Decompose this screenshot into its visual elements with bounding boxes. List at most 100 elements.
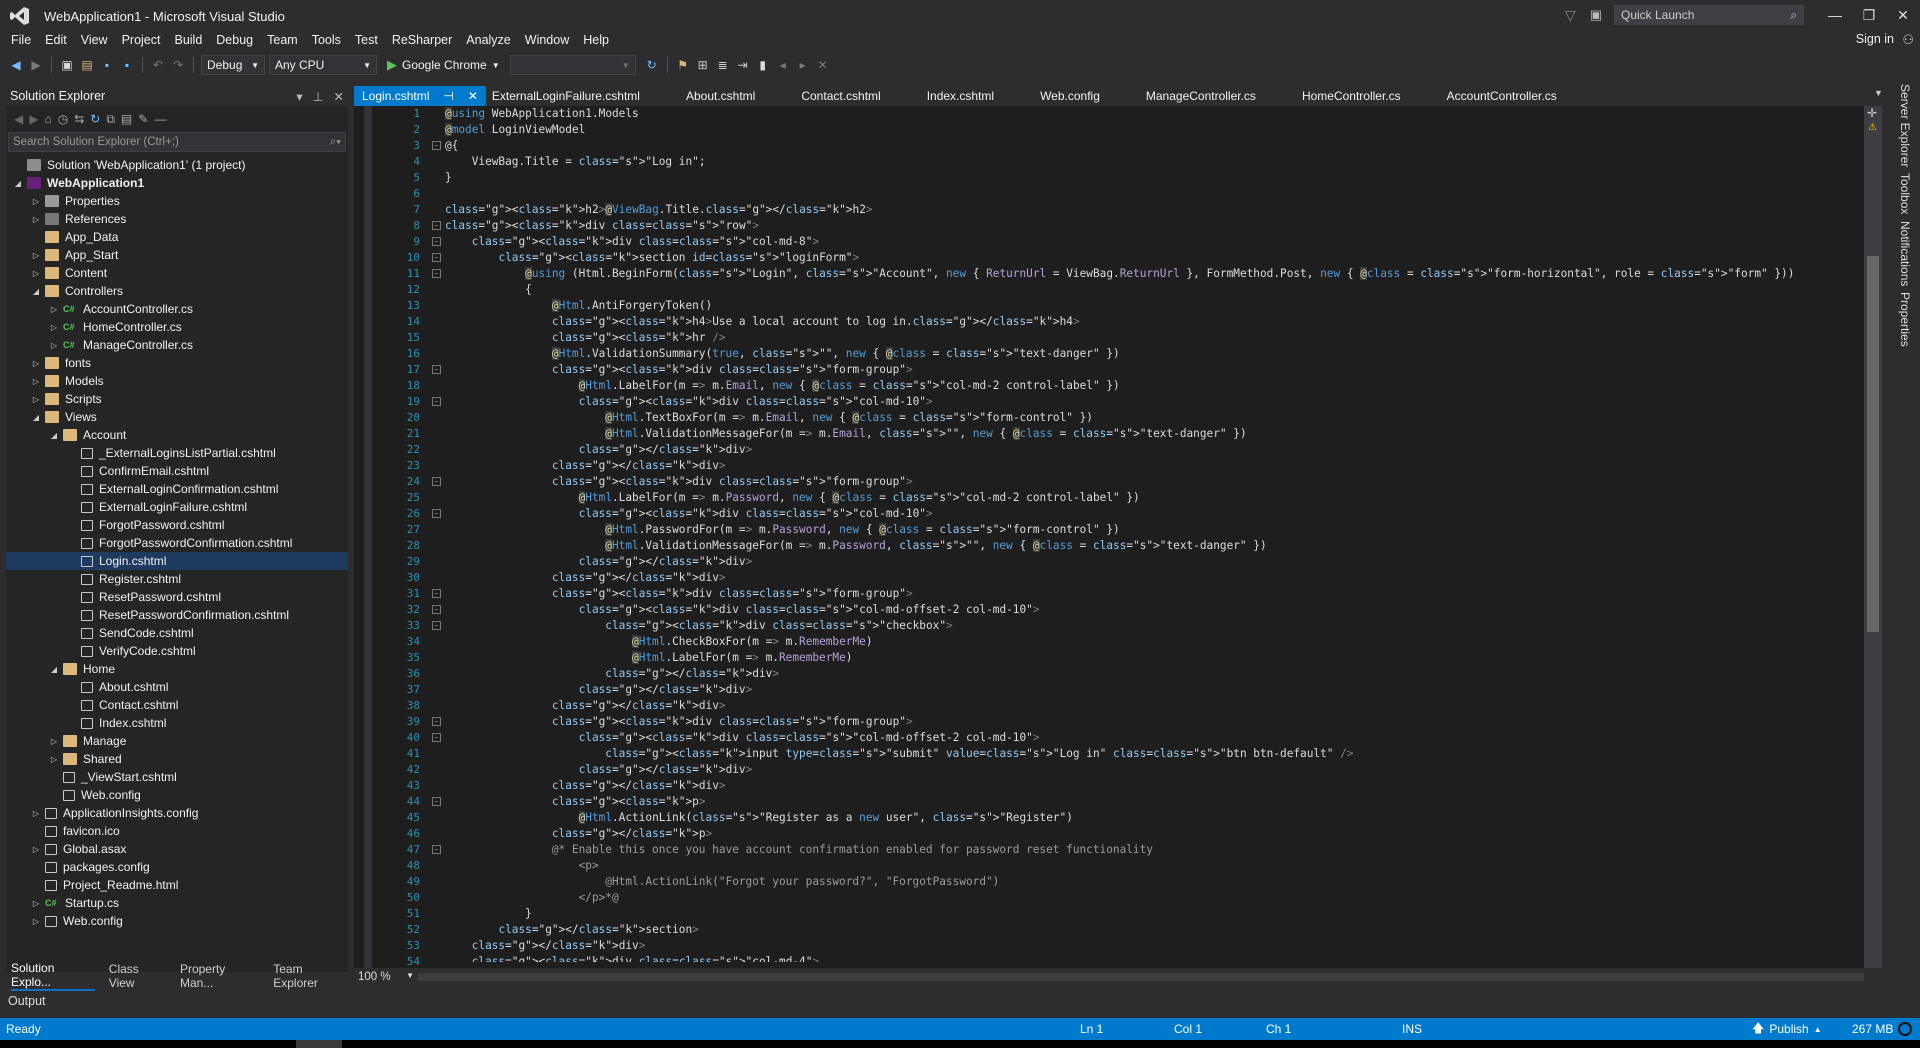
save-icon[interactable]: ▪ — [99, 57, 115, 73]
code-line[interactable]: @{ — [445, 138, 1842, 154]
feedback-icon[interactable]: ▣ — [1590, 7, 1602, 23]
code-line[interactable]: class="g"></class="k">section> — [445, 922, 1842, 938]
collapse-toggle-icon[interactable]: − — [432, 733, 441, 742]
expanded-arrow-icon[interactable]: ◢ — [48, 665, 60, 674]
menu-help[interactable]: Help — [576, 33, 616, 47]
code-line[interactable]: class="g"><class="k">div class=class="s"… — [445, 362, 1842, 378]
collapse-all-icon[interactable]: ⧉ — [106, 112, 115, 127]
menu-tools[interactable]: Tools — [305, 33, 348, 47]
menu-resharper[interactable]: ReSharper — [385, 33, 459, 47]
collapse-toggle-icon[interactable]: − — [432, 605, 441, 614]
scrollbar-thumb[interactable] — [1867, 256, 1879, 632]
tree-item[interactable]: App_Data — [6, 228, 348, 246]
collapsed-arrow-icon[interactable]: ▷ — [30, 899, 42, 908]
document-tab[interactable]: Index.cshtml — [921, 86, 1000, 106]
code-line[interactable]: class="g"><class="k">p> — [445, 794, 1842, 810]
code-line[interactable]: class="g"><class="k">h2>@ViewBag.Title.c… — [445, 202, 1842, 218]
side-tab[interactable]: Server Explorer — [1898, 84, 1912, 167]
notification-icon[interactable] — [1898, 1022, 1912, 1036]
output-tab[interactable]: Output — [0, 990, 1920, 1012]
code-line[interactable]: @Html.LabelFor(m => m.RememberMe) — [445, 650, 1842, 666]
refresh-icon[interactable]: ↻ — [644, 57, 660, 73]
find-icon[interactable]: ⊞ — [695, 57, 711, 73]
collapsed-arrow-icon[interactable]: ▷ — [30, 845, 42, 854]
tree-item[interactable]: Register.cshtml — [6, 570, 348, 588]
code-line[interactable]: @Html.TextBoxFor(m => m.Email, new { @cl… — [445, 410, 1842, 426]
minimize-button[interactable]: — — [1818, 7, 1852, 23]
code-line[interactable]: class="g"></class="k">div> — [445, 682, 1842, 698]
menu-analyze[interactable]: Analyze — [459, 33, 517, 47]
home-icon[interactable]: ⌂ — [44, 112, 51, 126]
tree-item[interactable]: ◢ Views — [6, 408, 348, 426]
collapse-toggle-icon[interactable]: − — [432, 845, 441, 854]
expanded-arrow-icon[interactable]: ◢ — [30, 287, 42, 296]
menu-team[interactable]: Team — [260, 33, 305, 47]
tree-item[interactable]: _ExternalLoginsListPartial.cshtml — [6, 444, 348, 462]
tree-item[interactable]: ▷ C# HomeController.cs — [6, 318, 348, 336]
code-line[interactable]: @model LoginViewModel — [445, 122, 1842, 138]
filter-icon[interactable]: ▽ — [1565, 7, 1576, 24]
code-line[interactable]: @Html.ValidationSummary(true, class="s">… — [445, 346, 1842, 362]
tree-item[interactable]: ◢ Home — [6, 660, 348, 678]
code-line[interactable]: class="g"><class="k">input type=class="s… — [445, 746, 1842, 762]
tree-item[interactable]: Project_Readme.html — [6, 876, 348, 894]
collapsed-arrow-icon[interactable]: ▷ — [48, 305, 60, 314]
tree-item[interactable]: ConfirmEmail.cshtml — [6, 462, 348, 480]
collapsed-arrow-icon[interactable]: ▷ — [30, 809, 42, 818]
collapse-toggle-icon[interactable]: − — [432, 621, 441, 630]
preview-icon[interactable]: — — [154, 112, 166, 126]
tree-item[interactable]: ▷ C# AccountController.cs — [6, 300, 348, 318]
collapsed-arrow-icon[interactable]: ▷ — [48, 755, 60, 764]
collapsed-arrow-icon[interactable]: ▷ — [30, 251, 42, 260]
code-line[interactable]: class="g"></class="k">p> — [445, 826, 1842, 842]
tool-tab[interactable]: Class View — [109, 962, 166, 990]
tool-tab[interactable]: Team Explorer — [273, 962, 348, 990]
collapsed-arrow-icon[interactable]: ▷ — [30, 917, 42, 926]
tree-item[interactable]: ◢ Account — [6, 426, 348, 444]
tree-item[interactable]: ▷ Shared — [6, 750, 348, 768]
code-line[interactable]: class="g"><class="k">div class=class="s"… — [445, 234, 1842, 250]
maximize-button[interactable]: ❐ — [1852, 7, 1886, 24]
menu-build[interactable]: Build — [167, 33, 209, 47]
code-line[interactable]: class="g"><class="k">div class=class="s"… — [445, 954, 1842, 962]
code-line[interactable]: @using WebApplication1.Models — [445, 106, 1842, 122]
indent-icon[interactable]: ⇥ — [735, 57, 751, 73]
code-line[interactable]: class="g"></class="k">div> — [445, 938, 1842, 954]
code-line[interactable]: class="g"><class="k">hr /> — [445, 330, 1842, 346]
menu-file[interactable]: File — [4, 33, 38, 47]
new-project-icon[interactable]: ▣ — [59, 57, 75, 73]
tree-item[interactable]: About.cshtml — [6, 678, 348, 696]
open-file-icon[interactable]: ▤ — [79, 57, 95, 73]
code-line[interactable]: class="g"><class="k">div class=class="s"… — [445, 474, 1842, 490]
browser-link-icon[interactable]: ⚑ — [675, 57, 691, 73]
panel-close-icon[interactable]: ✕ — [334, 89, 344, 104]
document-tab[interactable]: ExternalLoginFailure.cshtml — [486, 86, 646, 106]
collapsed-arrow-icon[interactable]: ▷ — [30, 359, 42, 368]
show-all-files-icon[interactable]: ▤ — [121, 112, 132, 126]
document-tab[interactable]: About.cshtml — [680, 86, 761, 106]
collapsed-arrow-icon[interactable]: ▷ — [48, 323, 60, 332]
code-line[interactable]: } — [445, 170, 1842, 186]
next-bookmark-icon[interactable]: ▸ — [795, 57, 811, 73]
empty-dropdown[interactable]: ▼ — [509, 55, 636, 75]
side-tab[interactable]: Toolbox — [1898, 173, 1912, 214]
collapse-toggle-icon[interactable]: − — [432, 797, 441, 806]
tree-item[interactable]: ▷ Models — [6, 372, 348, 390]
collapse-toggle-icon[interactable]: − — [432, 221, 441, 230]
horizontal-scrollbar[interactable] — [418, 973, 1864, 981]
document-tab[interactable]: AccountController.cs — [1441, 86, 1563, 106]
tree-item[interactable]: ◢ Controllers — [6, 282, 348, 300]
code-line[interactable]: class="g"><class="k">div class=class="s"… — [445, 602, 1842, 618]
document-tab[interactable]: Contact.cshtml — [795, 86, 886, 106]
code-line[interactable]: class="g"></class="k">div> — [445, 698, 1842, 714]
code-line[interactable]: @using (Html.BeginForm(class="s">"Login"… — [445, 266, 1842, 282]
code-line[interactable]: class="g"></class="k">div> — [445, 570, 1842, 586]
tree-item[interactable]: ▷ ApplicationInsights.config — [6, 804, 348, 822]
code-line[interactable]: class="g"></class="k">div> — [445, 442, 1842, 458]
pin-icon[interactable]: ⊥ — [313, 89, 324, 104]
tool-tab[interactable]: Solution Explo... — [11, 961, 95, 991]
code-line[interactable]: @Html.AntiForgeryToken() — [445, 298, 1842, 314]
tree-item[interactable]: Index.cshtml — [6, 714, 348, 732]
menu-project[interactable]: Project — [115, 33, 168, 47]
code-line[interactable]: @Html.CheckBoxFor(m => m.RememberMe) — [445, 634, 1842, 650]
